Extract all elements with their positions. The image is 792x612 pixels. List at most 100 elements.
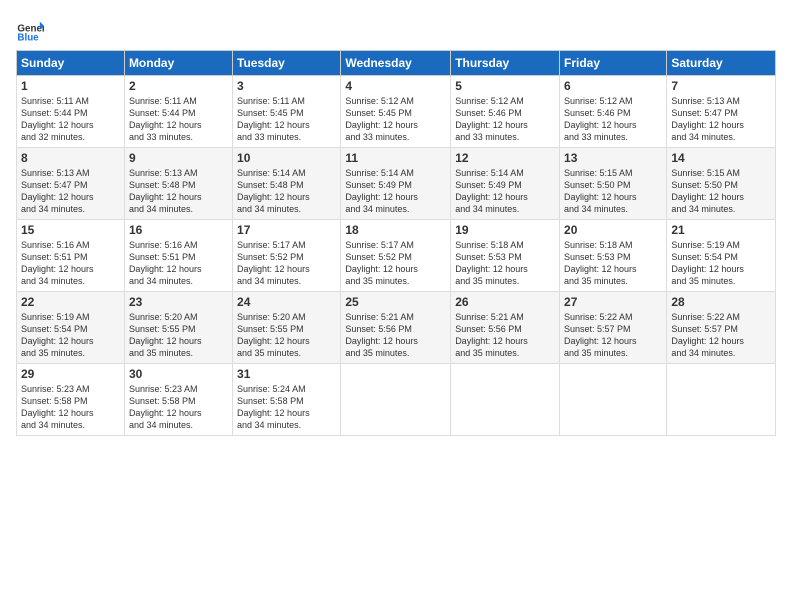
calendar-day: 24 Sunrise: 5:20 AMSunset: 5:55 PMDaylig… xyxy=(233,292,341,364)
day-info: Sunrise: 5:14 AMSunset: 5:49 PMDaylight:… xyxy=(345,167,446,216)
day-info: Sunrise: 5:13 AMSunset: 5:47 PMDaylight:… xyxy=(21,167,120,216)
calendar-day: 5 Sunrise: 5:12 AMSunset: 5:46 PMDayligh… xyxy=(451,76,560,148)
day-info: Sunrise: 5:13 AMSunset: 5:48 PMDaylight:… xyxy=(129,167,228,216)
calendar-day xyxy=(341,364,451,436)
day-number: 26 xyxy=(455,295,555,309)
calendar-day: 10 Sunrise: 5:14 AMSunset: 5:48 PMDaylig… xyxy=(233,148,341,220)
day-number: 22 xyxy=(21,295,120,309)
day-info: Sunrise: 5:18 AMSunset: 5:53 PMDaylight:… xyxy=(564,239,662,288)
calendar-day xyxy=(667,364,776,436)
calendar-day: 29 Sunrise: 5:23 AMSunset: 5:58 PMDaylig… xyxy=(17,364,125,436)
logo: General Blue xyxy=(16,16,44,44)
logo-icon: General Blue xyxy=(16,16,44,44)
day-number: 3 xyxy=(237,79,336,93)
day-info: Sunrise: 5:22 AMSunset: 5:57 PMDaylight:… xyxy=(564,311,662,360)
weekday-header-monday: Monday xyxy=(124,51,232,76)
main-container: General Blue SundayMondayTuesdayWednesda… xyxy=(0,0,792,444)
calendar-day xyxy=(451,364,560,436)
calendar-day: 17 Sunrise: 5:17 AMSunset: 5:52 PMDaylig… xyxy=(233,220,341,292)
calendar-day xyxy=(560,364,667,436)
calendar-week-4: 22 Sunrise: 5:19 AMSunset: 5:54 PMDaylig… xyxy=(17,292,776,364)
day-number: 13 xyxy=(564,151,662,165)
day-info: Sunrise: 5:22 AMSunset: 5:57 PMDaylight:… xyxy=(671,311,771,360)
day-info: Sunrise: 5:15 AMSunset: 5:50 PMDaylight:… xyxy=(671,167,771,216)
day-info: Sunrise: 5:11 AMSunset: 5:44 PMDaylight:… xyxy=(129,95,228,144)
day-info: Sunrise: 5:12 AMSunset: 5:45 PMDaylight:… xyxy=(345,95,446,144)
calendar-day: 3 Sunrise: 5:11 AMSunset: 5:45 PMDayligh… xyxy=(233,76,341,148)
calendar-day: 25 Sunrise: 5:21 AMSunset: 5:56 PMDaylig… xyxy=(341,292,451,364)
day-number: 16 xyxy=(129,223,228,237)
day-number: 25 xyxy=(345,295,446,309)
calendar-table: SundayMondayTuesdayWednesdayThursdayFrid… xyxy=(16,50,776,436)
day-number: 6 xyxy=(564,79,662,93)
calendar-day: 15 Sunrise: 5:16 AMSunset: 5:51 PMDaylig… xyxy=(17,220,125,292)
day-info: Sunrise: 5:12 AMSunset: 5:46 PMDaylight:… xyxy=(455,95,555,144)
day-number: 19 xyxy=(455,223,555,237)
header: General Blue xyxy=(16,16,776,44)
calendar-day: 6 Sunrise: 5:12 AMSunset: 5:46 PMDayligh… xyxy=(560,76,667,148)
day-number: 10 xyxy=(237,151,336,165)
weekday-header-thursday: Thursday xyxy=(451,51,560,76)
day-info: Sunrise: 5:11 AMSunset: 5:44 PMDaylight:… xyxy=(21,95,120,144)
day-number: 30 xyxy=(129,367,228,381)
svg-text:Blue: Blue xyxy=(17,33,39,44)
weekday-header-row: SundayMondayTuesdayWednesdayThursdayFrid… xyxy=(17,51,776,76)
day-info: Sunrise: 5:17 AMSunset: 5:52 PMDaylight:… xyxy=(237,239,336,288)
calendar-week-1: 1 Sunrise: 5:11 AMSunset: 5:44 PMDayligh… xyxy=(17,76,776,148)
day-number: 5 xyxy=(455,79,555,93)
calendar-day: 8 Sunrise: 5:13 AMSunset: 5:47 PMDayligh… xyxy=(17,148,125,220)
calendar-day: 1 Sunrise: 5:11 AMSunset: 5:44 PMDayligh… xyxy=(17,76,125,148)
day-number: 18 xyxy=(345,223,446,237)
calendar-week-3: 15 Sunrise: 5:16 AMSunset: 5:51 PMDaylig… xyxy=(17,220,776,292)
calendar-day: 26 Sunrise: 5:21 AMSunset: 5:56 PMDaylig… xyxy=(451,292,560,364)
day-number: 31 xyxy=(237,367,336,381)
day-number: 29 xyxy=(21,367,120,381)
calendar-day: 18 Sunrise: 5:17 AMSunset: 5:52 PMDaylig… xyxy=(341,220,451,292)
day-info: Sunrise: 5:16 AMSunset: 5:51 PMDaylight:… xyxy=(21,239,120,288)
day-number: 24 xyxy=(237,295,336,309)
calendar-day: 14 Sunrise: 5:15 AMSunset: 5:50 PMDaylig… xyxy=(667,148,776,220)
weekday-header-saturday: Saturday xyxy=(667,51,776,76)
weekday-header-friday: Friday xyxy=(560,51,667,76)
day-number: 27 xyxy=(564,295,662,309)
day-number: 15 xyxy=(21,223,120,237)
calendar-day: 9 Sunrise: 5:13 AMSunset: 5:48 PMDayligh… xyxy=(124,148,232,220)
day-number: 20 xyxy=(564,223,662,237)
day-number: 11 xyxy=(345,151,446,165)
calendar-day: 30 Sunrise: 5:23 AMSunset: 5:58 PMDaylig… xyxy=(124,364,232,436)
day-number: 23 xyxy=(129,295,228,309)
calendar-day: 22 Sunrise: 5:19 AMSunset: 5:54 PMDaylig… xyxy=(17,292,125,364)
day-info: Sunrise: 5:21 AMSunset: 5:56 PMDaylight:… xyxy=(455,311,555,360)
calendar-day: 28 Sunrise: 5:22 AMSunset: 5:57 PMDaylig… xyxy=(667,292,776,364)
calendar-day: 11 Sunrise: 5:14 AMSunset: 5:49 PMDaylig… xyxy=(341,148,451,220)
day-number: 12 xyxy=(455,151,555,165)
day-info: Sunrise: 5:18 AMSunset: 5:53 PMDaylight:… xyxy=(455,239,555,288)
calendar-day: 19 Sunrise: 5:18 AMSunset: 5:53 PMDaylig… xyxy=(451,220,560,292)
day-info: Sunrise: 5:24 AMSunset: 5:58 PMDaylight:… xyxy=(237,383,336,432)
day-number: 21 xyxy=(671,223,771,237)
day-number: 2 xyxy=(129,79,228,93)
calendar-day: 27 Sunrise: 5:22 AMSunset: 5:57 PMDaylig… xyxy=(560,292,667,364)
day-info: Sunrise: 5:23 AMSunset: 5:58 PMDaylight:… xyxy=(129,383,228,432)
calendar-day: 20 Sunrise: 5:18 AMSunset: 5:53 PMDaylig… xyxy=(560,220,667,292)
day-number: 7 xyxy=(671,79,771,93)
day-info: Sunrise: 5:17 AMSunset: 5:52 PMDaylight:… xyxy=(345,239,446,288)
day-info: Sunrise: 5:13 AMSunset: 5:47 PMDaylight:… xyxy=(671,95,771,144)
day-number: 4 xyxy=(345,79,446,93)
day-info: Sunrise: 5:12 AMSunset: 5:46 PMDaylight:… xyxy=(564,95,662,144)
calendar-day: 21 Sunrise: 5:19 AMSunset: 5:54 PMDaylig… xyxy=(667,220,776,292)
day-info: Sunrise: 5:20 AMSunset: 5:55 PMDaylight:… xyxy=(129,311,228,360)
calendar-day: 7 Sunrise: 5:13 AMSunset: 5:47 PMDayligh… xyxy=(667,76,776,148)
day-info: Sunrise: 5:20 AMSunset: 5:55 PMDaylight:… xyxy=(237,311,336,360)
day-info: Sunrise: 5:14 AMSunset: 5:48 PMDaylight:… xyxy=(237,167,336,216)
calendar-day: 16 Sunrise: 5:16 AMSunset: 5:51 PMDaylig… xyxy=(124,220,232,292)
day-number: 14 xyxy=(671,151,771,165)
weekday-header-tuesday: Tuesday xyxy=(233,51,341,76)
day-info: Sunrise: 5:19 AMSunset: 5:54 PMDaylight:… xyxy=(21,311,120,360)
day-number: 28 xyxy=(671,295,771,309)
calendar-day: 31 Sunrise: 5:24 AMSunset: 5:58 PMDaylig… xyxy=(233,364,341,436)
day-info: Sunrise: 5:15 AMSunset: 5:50 PMDaylight:… xyxy=(564,167,662,216)
day-number: 1 xyxy=(21,79,120,93)
day-number: 8 xyxy=(21,151,120,165)
calendar-week-5: 29 Sunrise: 5:23 AMSunset: 5:58 PMDaylig… xyxy=(17,364,776,436)
